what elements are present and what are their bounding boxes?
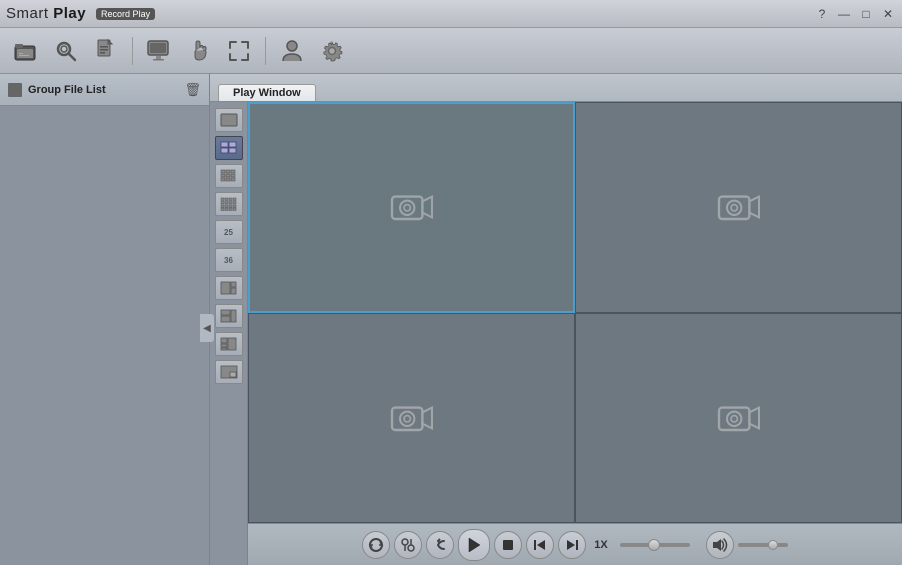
monitor-btn[interactable] [141, 33, 177, 69]
titlebar-left: Smart Play Record Play [6, 5, 155, 22]
layout-strip: 25 36 [210, 102, 248, 565]
search-zoom-btn[interactable] [48, 33, 84, 69]
video-grid [248, 102, 902, 523]
camera-icon-3 [388, 398, 436, 438]
play-button[interactable] [458, 529, 490, 561]
camera-icon-4 [715, 398, 763, 438]
app-title: Smart Play [6, 5, 86, 22]
tab-play-window[interactable]: Play Window [218, 84, 316, 101]
main-area: Group File List 🗑 ◀ Play Window [0, 74, 902, 565]
stop-button[interactable] [494, 531, 522, 559]
layout-custom2-btn[interactable] [215, 304, 243, 328]
group-file-header-left: Group File List [8, 83, 106, 97]
layout-custom1-btn[interactable] [215, 276, 243, 300]
restore-button[interactable]: □ [858, 7, 874, 21]
layout-25-btn[interactable]: 25 [215, 220, 243, 244]
resize-btn[interactable] [221, 33, 257, 69]
user-btn[interactable] [274, 33, 310, 69]
speed-label: 1X [594, 539, 607, 551]
bottom-controls: 1X [248, 523, 902, 565]
prev-frame-button[interactable] [526, 531, 554, 559]
volume-control [706, 531, 788, 559]
layout-4x4-btn[interactable] [215, 192, 243, 216]
layout-3x3-btn[interactable] [215, 164, 243, 188]
sync-button[interactable] [362, 531, 390, 559]
video-cell-3[interactable] [248, 313, 575, 524]
settings-btn[interactable] [314, 33, 350, 69]
minimize-button[interactable]: — [836, 7, 852, 21]
progress-slider[interactable] [620, 543, 690, 547]
video-grid-container: 1X [248, 102, 902, 565]
toolbar [0, 28, 902, 74]
sidebar: Group File List 🗑 [0, 74, 210, 565]
tab-play-window-label: Play Window [233, 87, 301, 99]
sidebar-content [0, 106, 209, 565]
layout-36-btn[interactable]: 36 [215, 248, 243, 272]
camera-icon-2 [715, 187, 763, 227]
group-file-label: Group File List [28, 84, 106, 96]
app-title-play: Play [53, 5, 86, 22]
toolbar-sep-1 [132, 37, 133, 65]
volume-thumb[interactable] [768, 540, 778, 550]
layout-custom3-btn[interactable] [215, 332, 243, 356]
camera-icon-1 [388, 187, 436, 227]
video-cell-2[interactable] [575, 102, 902, 313]
sidebar-collapse-button[interactable]: ◀ [200, 314, 214, 342]
delete-group-button[interactable]: 🗑 [184, 82, 201, 98]
open-folder-btn[interactable] [8, 33, 44, 69]
group-file-header: Group File List 🗑 [0, 74, 209, 106]
progress-thumb[interactable] [648, 539, 660, 551]
right-panel: Play Window [210, 74, 902, 565]
volume-slider[interactable] [738, 543, 788, 547]
close-button[interactable]: ✕ [880, 7, 896, 21]
titlebar-right: ? — □ ✕ [814, 7, 896, 21]
hand-btn[interactable] [181, 33, 217, 69]
document-btn[interactable] [88, 33, 124, 69]
layout-1x1-btn[interactable] [215, 108, 243, 132]
layout-2x2-btn[interactable] [215, 136, 243, 160]
rewind-button[interactable] [426, 531, 454, 559]
tab-bar: Play Window [210, 74, 902, 102]
app-title-smart: Smart [6, 5, 49, 22]
subtitle-badge: Record Play [96, 8, 155, 20]
file-icon [8, 83, 22, 97]
toolbar-sep-2 [265, 37, 266, 65]
help-button[interactable]: ? [814, 7, 830, 21]
layout-wrap: 25 36 [210, 102, 902, 565]
titlebar: Smart Play Record Play ? — □ ✕ [0, 0, 902, 28]
next-frame-button[interactable] [558, 531, 586, 559]
layout-pip-btn[interactable] [215, 360, 243, 384]
video-cell-1[interactable] [248, 102, 575, 313]
video-cell-4[interactable] [575, 313, 902, 524]
clip-button[interactable] [394, 531, 422, 559]
volume-button[interactable] [706, 531, 734, 559]
